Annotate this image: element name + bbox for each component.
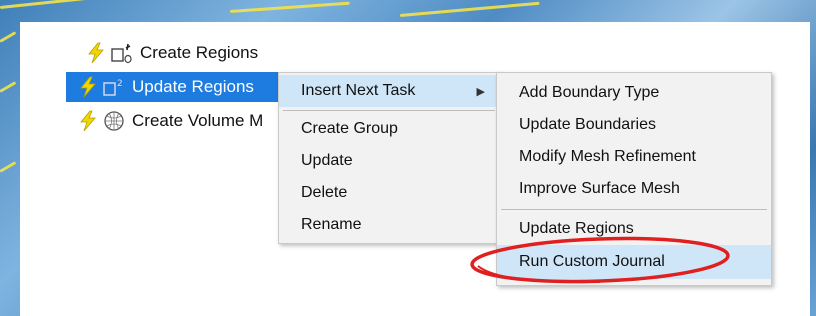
background-streak [229,1,350,13]
menu-item-delete[interactable]: Delete [279,177,499,209]
context-menu: Insert Next Task ▶ Create Group Update D… [278,72,500,244]
menu-item-label: Create Group [301,120,398,137]
tree-item-label: Create Volume M [132,111,264,130]
menu-item-label: Modify Mesh Refinement [519,148,696,165]
tree-item-create-regions[interactable]: Create Regions [86,38,258,68]
menu-item-label: Rename [301,216,362,233]
background-streak [0,161,17,173]
submenu-item-modify-mesh-refinement[interactable]: Modify Mesh Refinement [497,141,771,173]
background-streak [0,31,17,43]
tree-item-create-volume-mesh[interactable]: Create Volume M [78,106,263,136]
submenu-arrow-icon: ▶ [476,85,485,98]
menu-item-label: Update Boundaries [519,116,656,133]
menu-item-label: Add Boundary Type [519,84,660,101]
menu-item-label: Insert Next Task [301,82,416,99]
menu-item-create-group[interactable]: Create Group [279,113,499,145]
background-streak [0,81,17,93]
submenu-item-improve-surface-mesh[interactable]: Improve Surface Mesh [497,173,771,205]
background-streak [0,0,160,9]
lightning-bolt-icon [88,42,104,64]
submenu-item-add-boundary-type[interactable]: Add Boundary Type [497,77,771,109]
tree-item-label: Update Regions [132,77,254,96]
menu-item-update[interactable]: Update [279,145,499,177]
menu-item-label: Improve Surface Mesh [519,180,680,197]
menu-item-insert-next-task[interactable]: Insert Next Task ▶ [279,75,499,107]
workflow-tree-panel: Create Regions 2 Update Regions Create V… [20,22,810,316]
submenu-item-update-boundaries[interactable]: Update Boundaries [497,109,771,141]
highlight-ellipse [470,236,730,284]
menu-item-label: Delete [301,184,348,201]
menu-separator [283,110,495,111]
tree-item-update-regions[interactable]: 2 Update Regions [66,72,288,102]
task-region-icon [111,43,132,64]
svg-text:2: 2 [117,79,123,89]
menu-item-label: Update [301,152,353,169]
task-region-icon: 2 [103,79,123,96]
lightning-bolt-icon [80,110,96,132]
menu-separator [501,209,767,210]
mesh-sphere-icon [104,111,124,131]
tree-item-label: Create Regions [140,43,259,62]
background-streak [399,1,540,17]
lightning-bolt-icon [80,76,96,98]
